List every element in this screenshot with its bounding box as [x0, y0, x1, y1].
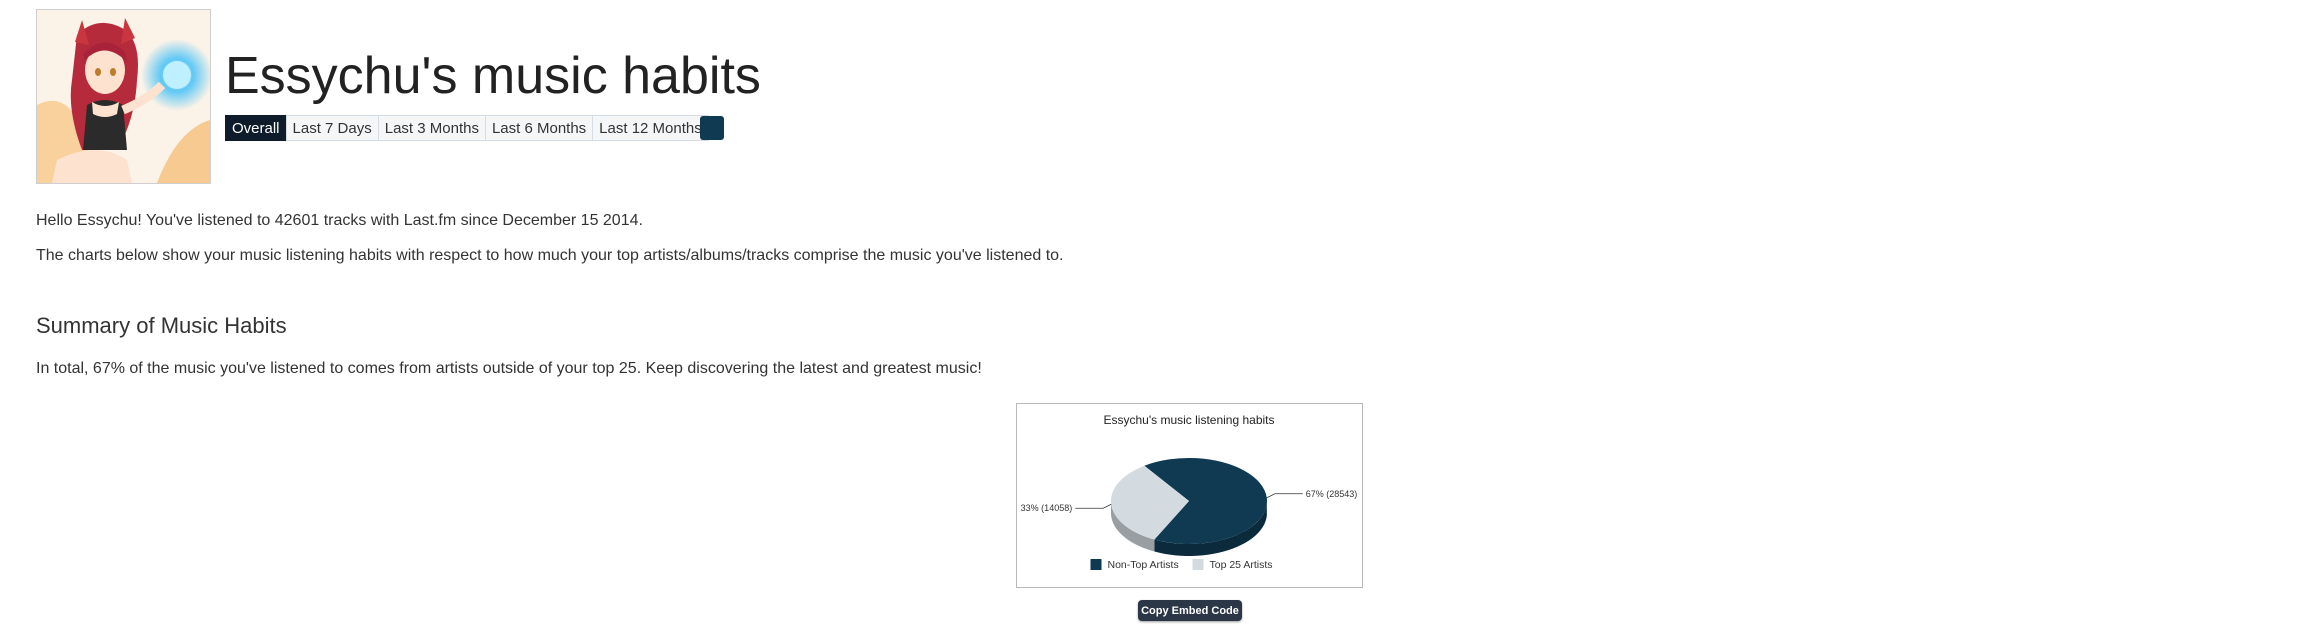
chart-title: Essychu's music listening habits — [1103, 413, 1274, 427]
tab-last-3-months[interactable]: Last 3 Months — [377, 115, 486, 141]
chart-legend: Non-Top Artists Top 25 Artists — [1090, 559, 1273, 571]
tab-last-6-months[interactable]: Last 6 Months — [484, 115, 594, 141]
legend-swatch — [1090, 559, 1102, 570]
pie-leader-line — [1266, 493, 1303, 499]
anime-avatar-image — [37, 10, 210, 183]
pie-chart: 67% (28543) 33% (14058) — [1021, 458, 1358, 556]
legend-label: Top 25 Artists — [1210, 559, 1273, 571]
copy-embed-code-button[interactable]: Copy Embed Code — [1138, 600, 1242, 621]
tab-overall[interactable]: Overall — [225, 115, 287, 141]
period-tabs: Overall Last 7 Days Last 3 Months Last 6… — [225, 115, 709, 141]
pie-leader-line — [1075, 503, 1112, 509]
summary-text: In total, 67% of the music you've listen… — [36, 360, 982, 377]
intro-greeting: Hello Essychu! You've listened to 42601 … — [36, 212, 643, 229]
legend-label: Non-Top Artists — [1108, 559, 1179, 571]
pie-data-label: 67% (28543) — [1306, 489, 1358, 499]
avatar — [36, 9, 211, 184]
page-title: Essychu's music habits — [225, 47, 761, 105]
tab-last-7-days[interactable]: Last 7 Days — [285, 115, 379, 141]
tab-last-12-months[interactable]: Last 12 Months — [592, 115, 709, 141]
summary-heading: Summary of Music Habits — [36, 313, 287, 338]
intro-description: The charts below show your music listeni… — [36, 247, 1064, 264]
habits-chart: Essychu's music listening habits 67% (28… — [1016, 403, 1363, 588]
color-picker-swatch[interactable] — [700, 116, 724, 140]
legend-swatch — [1192, 559, 1204, 570]
pie-data-label: 33% (14058) — [1021, 503, 1073, 513]
